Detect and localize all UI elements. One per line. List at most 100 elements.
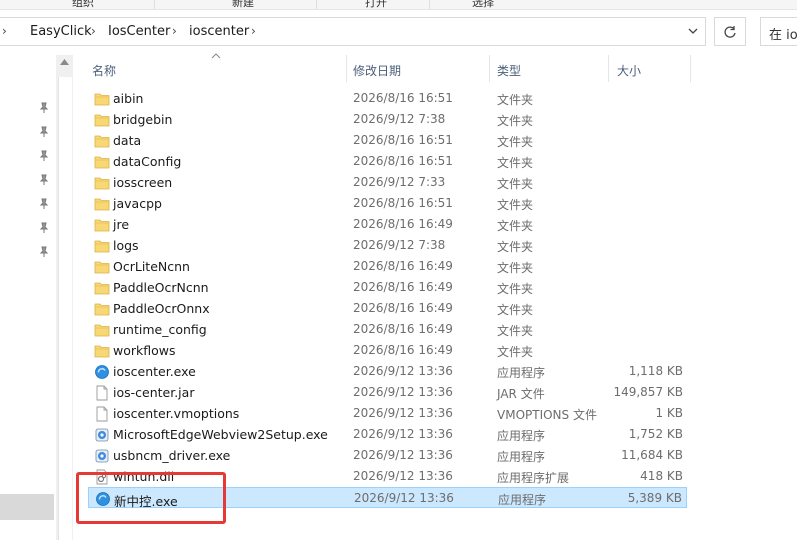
file-type: 文件夹	[497, 93, 534, 107]
nav-scrollbar[interactable]	[56, 55, 73, 540]
file-modified-date: 2026/9/12 13:36	[353, 406, 453, 420]
file-row[interactable]: wintun.dll 2026/9/12 13:36 应用程序扩展 418 KB	[88, 466, 687, 487]
pin-icon[interactable]	[38, 246, 50, 258]
file-row[interactable]: ioscenter.exe 2026/9/12 13:36 应用程序 1,118 KB	[88, 361, 687, 382]
file-modified-date: 2026/8/16 16:49	[353, 343, 453, 357]
column-header-date[interactable]: 修改日期	[349, 55, 489, 82]
file-size: 1,752 KB	[628, 427, 683, 441]
file-name: runtime_config	[113, 322, 207, 337]
search-placeholder: 在 io	[769, 28, 797, 43]
file-name: iosscreen	[113, 175, 173, 190]
file-size: 11,684 KB	[621, 448, 683, 462]
folder-icon	[94, 322, 110, 338]
chevron-down-icon[interactable]	[686, 24, 700, 38]
column-header-name[interactable]: 名称	[88, 55, 346, 82]
file-size: 149,857 KB	[613, 385, 683, 399]
file-row[interactable]: logs 2026/9/12 7:38 文件夹	[88, 235, 687, 256]
file-type: 应用程序	[497, 429, 546, 443]
file-name: aibin	[113, 91, 144, 106]
folder-icon	[94, 301, 110, 317]
file-type: 文件夹	[497, 135, 534, 149]
pin-icon[interactable]	[38, 174, 50, 186]
search-input[interactable]: 在 io	[760, 17, 797, 46]
file-type: 文件夹	[497, 198, 534, 212]
file-row[interactable]: 新中控.exe 2026/9/12 13:36 应用程序 5,389 KB	[88, 487, 687, 509]
pin-icon[interactable]	[38, 102, 50, 114]
file-modified-date: 2026/9/12 13:36	[353, 469, 453, 483]
file-name: 新中控.exe	[114, 494, 178, 509]
file-name: jre	[113, 217, 130, 232]
chevron-right-icon[interactable]: ›	[251, 24, 256, 38]
column-divider[interactable]	[346, 55, 347, 82]
address-bar[interactable]: › EasyClick › IosCenter › ioscenter ›	[0, 17, 706, 46]
nav-selected-item[interactable]	[0, 494, 54, 520]
breadcrumb-ioscenter[interactable]: ioscenter	[189, 24, 249, 39]
file-row[interactable]: workflows 2026/8/16 16:49 文件夹	[88, 340, 687, 361]
file-row[interactable]: javacpp 2026/8/16 16:51 文件夹	[88, 193, 687, 214]
pin-icon[interactable]	[38, 198, 50, 210]
file-type: 文件夹	[497, 261, 534, 275]
breadcrumb-ioscenter-parent[interactable]: IosCenter	[108, 24, 170, 39]
file-row[interactable]: ioscenter.vmoptions 2026/9/12 13:36 VMOPTI…	[88, 403, 687, 424]
scroll-up-icon[interactable]	[60, 59, 69, 65]
file-row[interactable]: OcrLiteNcnn 2026/8/16 16:49 文件夹	[88, 256, 687, 277]
file-name: data	[113, 133, 142, 148]
file-row[interactable]: bridgebin 2026/9/12 7:38 文件夹	[88, 109, 687, 130]
file-type: 文件夹	[497, 324, 534, 338]
file-row[interactable]: usbncm_driver.exe 2026/9/12 13:36 应用程序 11,6…	[88, 445, 687, 466]
column-divider[interactable]	[690, 55, 691, 82]
chevron-right-icon[interactable]: ›	[91, 24, 96, 38]
column-header-size-label: 大小	[617, 64, 642, 78]
file-modified-date: 2026/8/16 16:51	[353, 91, 453, 105]
folder-icon	[94, 133, 110, 149]
pin-icon[interactable]	[38, 126, 50, 138]
file-row[interactable]: ios-center.jar 2026/9/12 13:36 JAR 文件 149,8…	[88, 382, 687, 403]
file-type: 文件夹	[497, 114, 534, 128]
file-row[interactable]: PaddleOcrNcnn 2026/8/16 16:49 文件夹	[88, 277, 687, 298]
file-row[interactable]: iosscreen 2026/9/12 7:33 文件夹	[88, 172, 687, 193]
column-header-type-label: 类型	[497, 64, 522, 78]
file-name: ios-center.jar	[113, 385, 195, 400]
file-name: PaddleOcrOnnx	[113, 301, 210, 316]
file-type: VMOPTIONS 文件	[497, 408, 597, 422]
file-modified-date: 2026/9/12 7:33	[353, 175, 446, 189]
chevron-right-icon[interactable]: ›	[172, 24, 177, 38]
file-row[interactable]: MicrosoftEdgeWebview2Setup.exe 2026/9/12 …	[88, 424, 687, 445]
file-row[interactable]: data 2026/8/16 16:51 文件夹	[88, 130, 687, 151]
file-row[interactable]: PaddleOcrOnnx 2026/8/16 16:49 文件夹	[88, 298, 687, 319]
file-name: bridgebin	[113, 112, 173, 127]
file-row[interactable]: jre 2026/8/16 16:49 文件夹	[88, 214, 687, 235]
ribbon-tab-new[interactable]: 新建	[232, 0, 254, 10]
file-modified-date: 2026/8/16 16:49	[353, 217, 453, 231]
ribbon-strip: 组织 新建 打开 选择	[0, 0, 797, 10]
file-type: 文件夹	[497, 156, 534, 170]
file-modified-date: 2026/8/16 16:49	[353, 322, 453, 336]
ribbon-tab-organize[interactable]: 组织	[72, 0, 94, 10]
file-type: JAR 文件	[497, 387, 545, 401]
column-header-size[interactable]: 大小	[613, 55, 690, 82]
column-divider[interactable]	[489, 55, 490, 82]
pin-icon[interactable]	[38, 150, 50, 162]
chevron-right-icon[interactable]: ›	[2, 24, 7, 38]
file-icon	[94, 406, 110, 422]
file-row[interactable]: dataConfig 2026/8/16 16:51 文件夹	[88, 151, 687, 172]
file-size: 5,389 KB	[627, 491, 682, 505]
folder-icon	[94, 259, 110, 275]
ribbon-divider	[429, 0, 430, 9]
column-divider[interactable]	[608, 55, 609, 82]
ribbon-tab-open[interactable]: 打开	[365, 0, 387, 10]
breadcrumb-easyclick[interactable]: EasyClick	[30, 24, 92, 39]
ribbon-tab-select[interactable]: 选择	[472, 0, 494, 10]
file-icon	[94, 385, 110, 401]
pin-icon[interactable]	[38, 222, 50, 234]
scrollbar-thumb[interactable]	[58, 77, 72, 540]
refresh-icon	[724, 26, 736, 38]
refresh-button[interactable]	[714, 17, 746, 46]
file-row[interactable]: aibin 2026/8/16 16:51 文件夹	[88, 88, 687, 109]
navigation-pane[interactable]	[0, 55, 56, 540]
file-modified-date: 2026/9/12 13:36	[354, 491, 454, 505]
file-modified-date: 2026/9/12 13:36	[353, 427, 453, 441]
column-header-type[interactable]: 类型	[493, 55, 608, 82]
file-name: ioscenter.exe	[113, 364, 196, 379]
file-row[interactable]: runtime_config 2026/8/16 16:49 文件夹	[88, 319, 687, 340]
